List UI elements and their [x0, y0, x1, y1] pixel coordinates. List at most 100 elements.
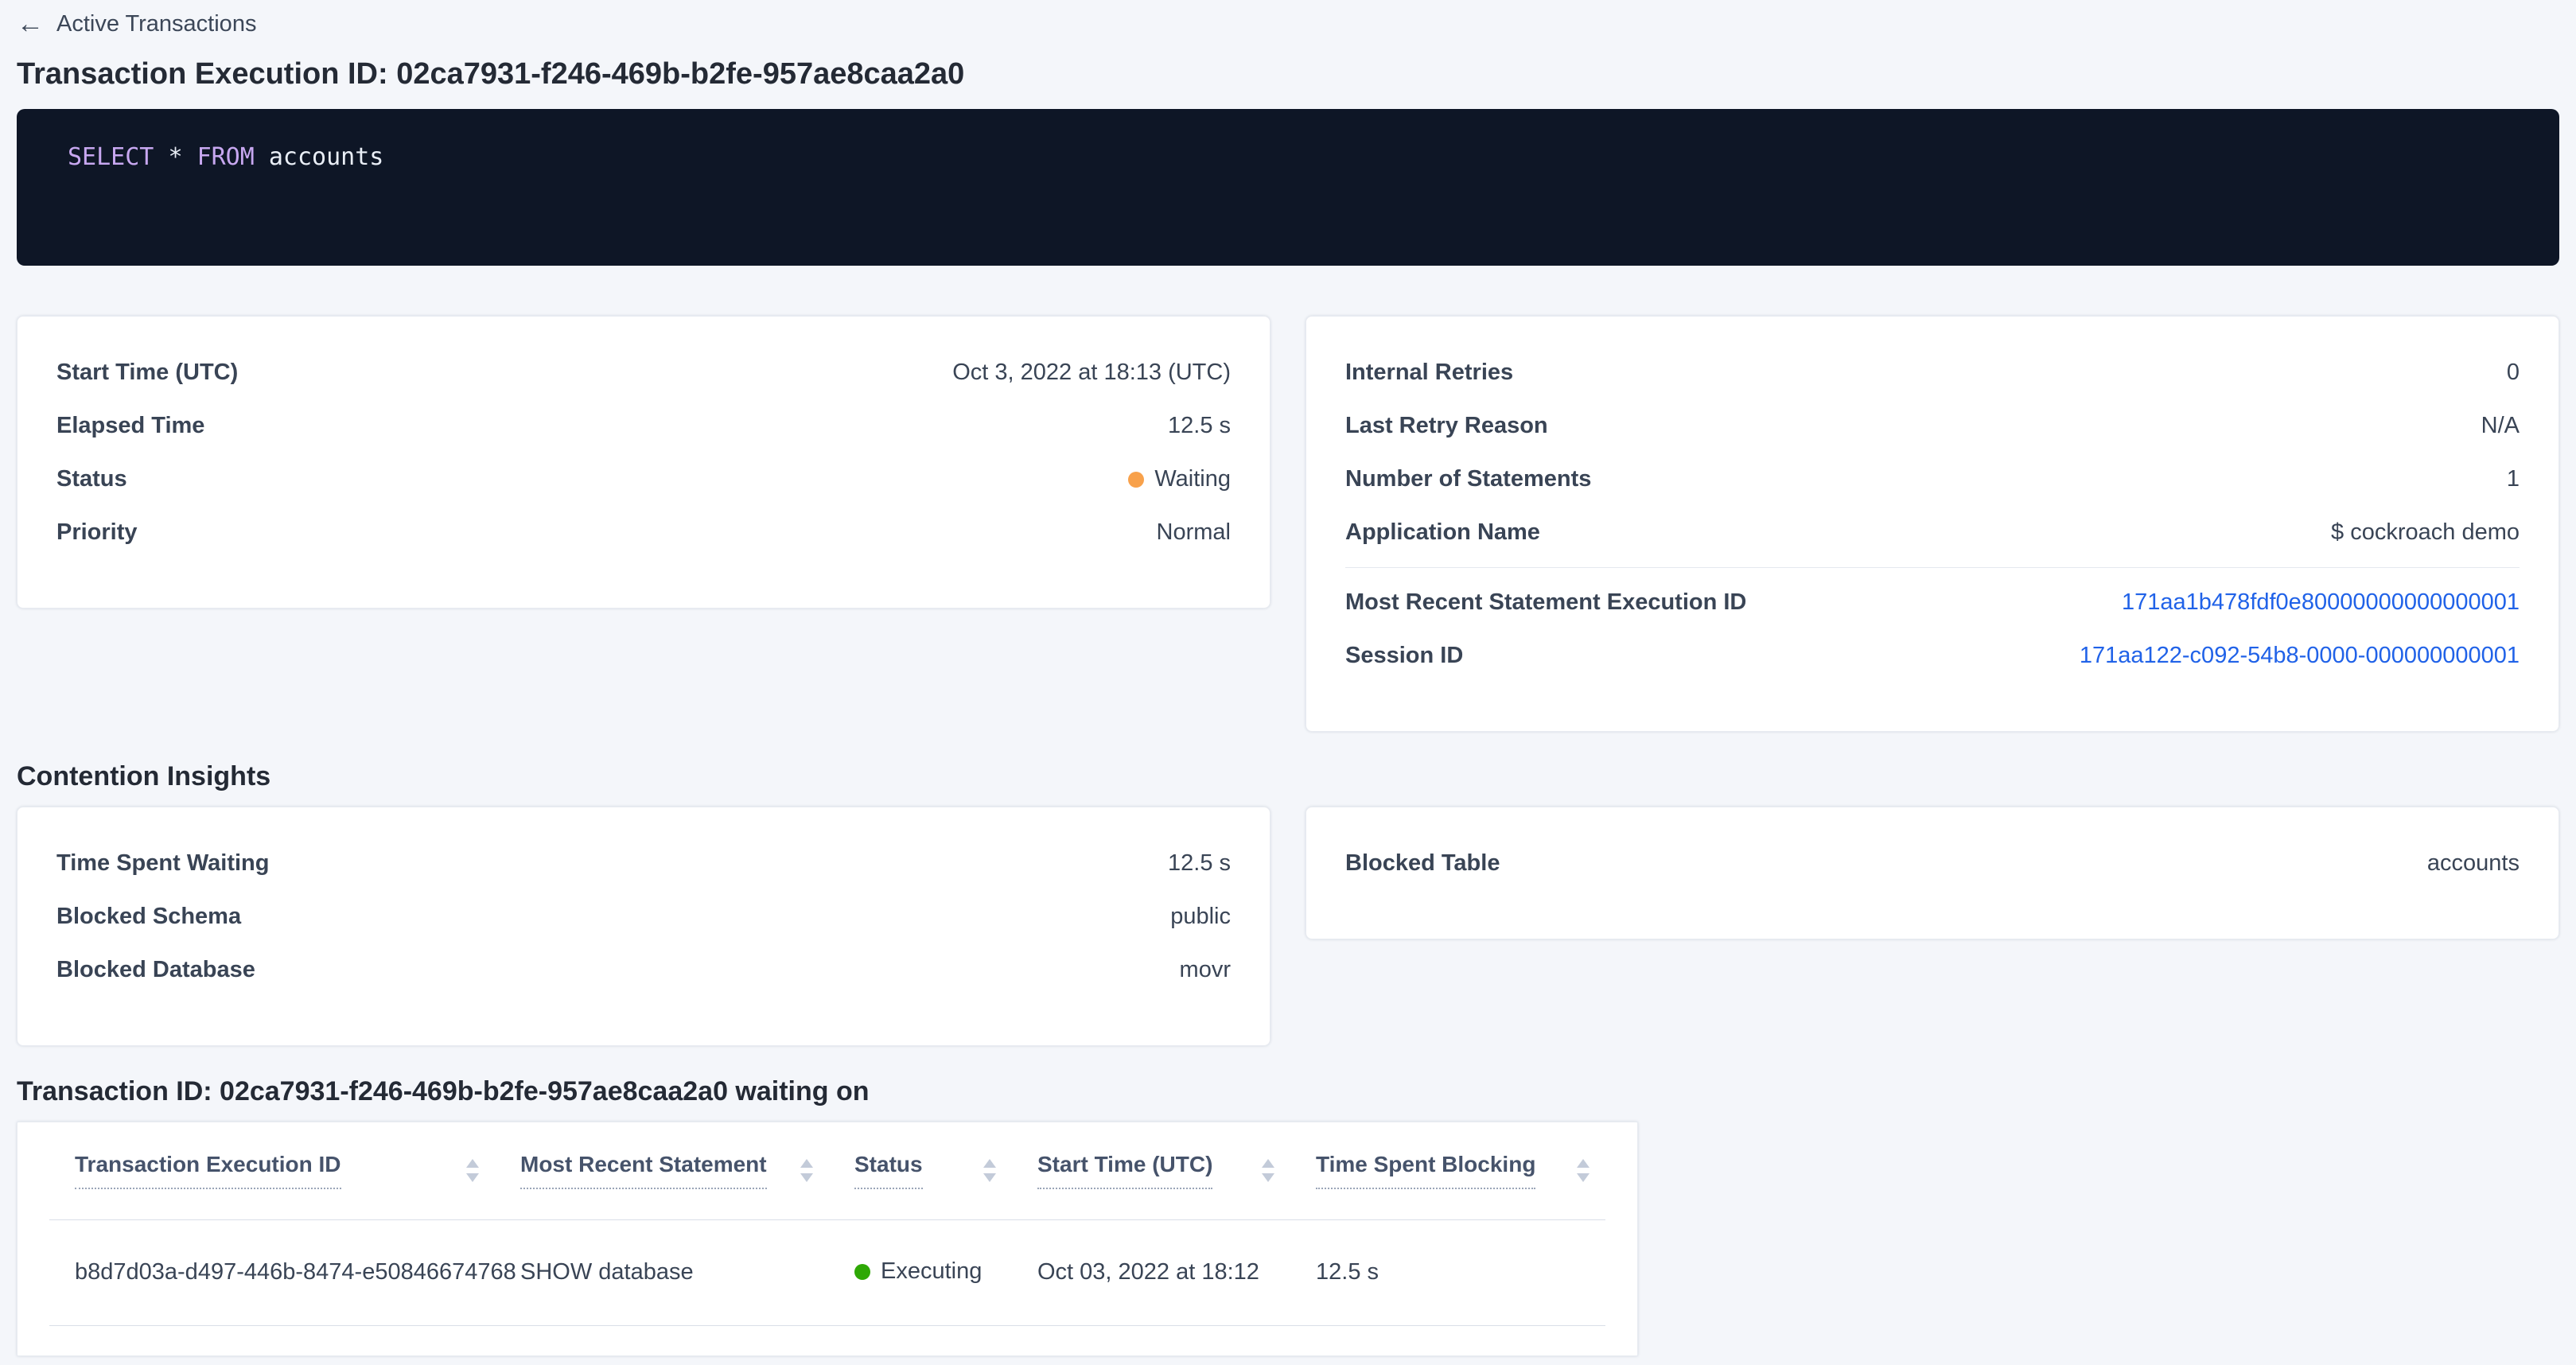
number-of-statements-value: 1	[2507, 466, 2520, 492]
waiting-on-table: Transaction Execution ID Most Recent Sta…	[49, 1122, 1605, 1326]
priority-value: Normal	[1157, 519, 1231, 546]
sql-keyword-from: FROM	[197, 143, 255, 171]
sort-desc-icon	[466, 1173, 479, 1182]
column-header-transaction-execution-id[interactable]: Transaction Execution ID	[49, 1122, 495, 1219]
sql-space	[183, 143, 197, 171]
blocked-database-row: Blocked Database movr	[56, 943, 1231, 997]
contention-waiting-card: Time Spent Waiting 12.5 s Blocked Schema…	[17, 807, 1270, 1046]
last-retry-reason-value: N/A	[2481, 413, 2520, 439]
cell-time-spent-blocking: 12.5 s	[1290, 1219, 1605, 1325]
column-header-time-spent-blocking[interactable]: Time Spent Blocking	[1290, 1122, 1605, 1219]
application-name-value: $ cockroach demo	[2331, 519, 2520, 546]
column-header-most-recent-statement[interactable]: Most Recent Statement	[495, 1122, 829, 1219]
statement-execution-id-row: Most Recent Statement Execution ID 171aa…	[1345, 576, 2520, 629]
blocked-table-value: accounts	[2427, 850, 2520, 877]
internal-retries-label: Internal Retries	[1345, 360, 1513, 386]
status-badge: Waiting	[1154, 466, 1231, 492]
back-link-label: Active Transactions	[56, 10, 256, 37]
sort-icons[interactable]	[983, 1159, 996, 1182]
elapsed-time-value: 12.5 s	[1168, 413, 1231, 439]
column-label: Status	[854, 1152, 923, 1189]
blocked-schema-row: Blocked Schema public	[56, 890, 1231, 943]
statement-execution-id-label: Most Recent Statement Execution ID	[1345, 589, 1746, 616]
start-time-row: Start Time (UTC) Oct 3, 2022 at 18:13 (U…	[56, 346, 1231, 399]
waiting-on-title: Transaction ID: 02ca7931-f246-469b-b2fe-…	[17, 1075, 2559, 1107]
status-row: Status Waiting	[56, 453, 1231, 506]
status-value: Waiting	[1128, 466, 1231, 492]
column-label: Transaction Execution ID	[75, 1152, 341, 1189]
internal-retries-row: Internal Retries 0	[1345, 346, 2520, 399]
application-name-label: Application Name	[1345, 519, 1540, 546]
table-row: b8d7d03a-d497-446b-8474-e50846674768 SHO…	[49, 1219, 1605, 1325]
cell-transaction-execution-id: b8d7d03a-d497-446b-8474-e50846674768	[49, 1219, 495, 1325]
back-link[interactable]: ← Active Transactions	[17, 10, 256, 37]
start-time-value: Oct 3, 2022 at 18:13 (UTC)	[952, 360, 1231, 386]
card-divider	[1345, 567, 2520, 568]
execution-details-card: Internal Retries 0 Last Retry Reason N/A…	[1306, 316, 2559, 732]
sql-star-token: *	[168, 143, 182, 171]
page-title: Transaction Execution ID: 02ca7931-f246-…	[17, 58, 2559, 90]
start-time-label: Start Time (UTC)	[56, 360, 238, 386]
blocked-schema-label: Blocked Schema	[56, 904, 241, 930]
sort-icons[interactable]	[466, 1159, 479, 1182]
column-header-status[interactable]: Status	[829, 1122, 1012, 1219]
contention-cards-row: Time Spent Waiting 12.5 s Blocked Schema…	[17, 807, 2559, 1046]
priority-row: Priority Normal	[56, 506, 1231, 559]
sort-icons[interactable]	[1262, 1159, 1274, 1182]
sort-desc-icon	[983, 1173, 996, 1182]
blocked-table-label: Blocked Table	[1345, 850, 1500, 877]
cell-status: Executing	[829, 1219, 1012, 1325]
sql-keyword-select: SELECT	[68, 143, 154, 171]
status-label: Status	[56, 466, 127, 492]
statement-execution-id-link[interactable]: 171aa1b478fdf0e80000000000000001	[2122, 589, 2520, 616]
transaction-summary-card: Start Time (UTC) Oct 3, 2022 at 18:13 (U…	[17, 316, 1270, 609]
sql-statement: SELECT * FROM accounts	[68, 145, 2508, 170]
sql-statement-box: SELECT * FROM accounts	[17, 109, 2559, 266]
column-header-start-time[interactable]: Start Time (UTC)	[1012, 1122, 1290, 1219]
time-spent-waiting-row: Time Spent Waiting 12.5 s	[56, 837, 1231, 890]
summary-cards-row: Start Time (UTC) Oct 3, 2022 at 18:13 (U…	[17, 316, 2559, 732]
session-id-row: Session ID 171aa122-c092-54b8-0000-00000…	[1345, 629, 2520, 682]
session-id-label: Session ID	[1345, 643, 1463, 669]
blocked-table-row: Blocked Table accounts	[1345, 837, 2520, 890]
time-spent-waiting-value: 12.5 s	[1168, 850, 1231, 877]
sort-desc-icon	[800, 1173, 813, 1182]
elapsed-time-row: Elapsed Time 12.5 s	[56, 399, 1231, 453]
table-header-row: Transaction Execution ID Most Recent Sta…	[49, 1122, 1605, 1219]
time-spent-waiting-label: Time Spent Waiting	[56, 850, 269, 877]
session-id-link[interactable]: 171aa122-c092-54b8-0000-000000000001	[2080, 643, 2520, 669]
blocked-schema-value: public	[1170, 904, 1231, 930]
transaction-details-page: ← Active Transactions Transaction Execut…	[0, 0, 2576, 1356]
contention-blocked-table-card: Blocked Table accounts	[1306, 807, 2559, 939]
number-of-statements-row: Number of Statements 1	[1345, 453, 2520, 506]
sort-asc-icon	[1262, 1159, 1274, 1168]
back-arrow-icon: ←	[17, 10, 44, 37]
sort-icons[interactable]	[1577, 1159, 1590, 1182]
blocked-database-value: movr	[1180, 957, 1231, 983]
last-retry-reason-row: Last Retry Reason N/A	[1345, 399, 2520, 453]
cell-most-recent-statement: SHOW database	[495, 1219, 829, 1325]
status-badge: Executing	[881, 1258, 982, 1285]
sort-desc-icon	[1577, 1173, 1590, 1182]
last-retry-reason-label: Last Retry Reason	[1345, 413, 1548, 439]
internal-retries-value: 0	[2507, 360, 2520, 386]
sort-desc-icon	[1262, 1173, 1274, 1182]
priority-label: Priority	[56, 519, 138, 546]
sql-star	[154, 143, 168, 171]
status-executing-dot-icon	[854, 1264, 870, 1280]
sort-icons[interactable]	[800, 1159, 813, 1182]
contention-insights-title: Contention Insights	[17, 760, 2559, 792]
elapsed-time-label: Elapsed Time	[56, 413, 204, 439]
number-of-statements-label: Number of Statements	[1345, 466, 1591, 492]
sort-asc-icon	[983, 1159, 996, 1168]
sort-asc-icon	[800, 1159, 813, 1168]
blocked-database-label: Blocked Database	[56, 957, 255, 983]
column-label: Start Time (UTC)	[1037, 1152, 1212, 1189]
sql-table-name: accounts	[269, 143, 384, 171]
cell-start-time: Oct 03, 2022 at 18:12	[1012, 1219, 1290, 1325]
column-label: Time Spent Blocking	[1316, 1152, 1535, 1189]
waiting-on-table-card: Transaction Execution ID Most Recent Sta…	[17, 1122, 1638, 1356]
status-waiting-dot-icon	[1128, 472, 1144, 488]
column-label: Most Recent Statement	[520, 1152, 767, 1189]
sort-asc-icon	[1577, 1159, 1590, 1168]
